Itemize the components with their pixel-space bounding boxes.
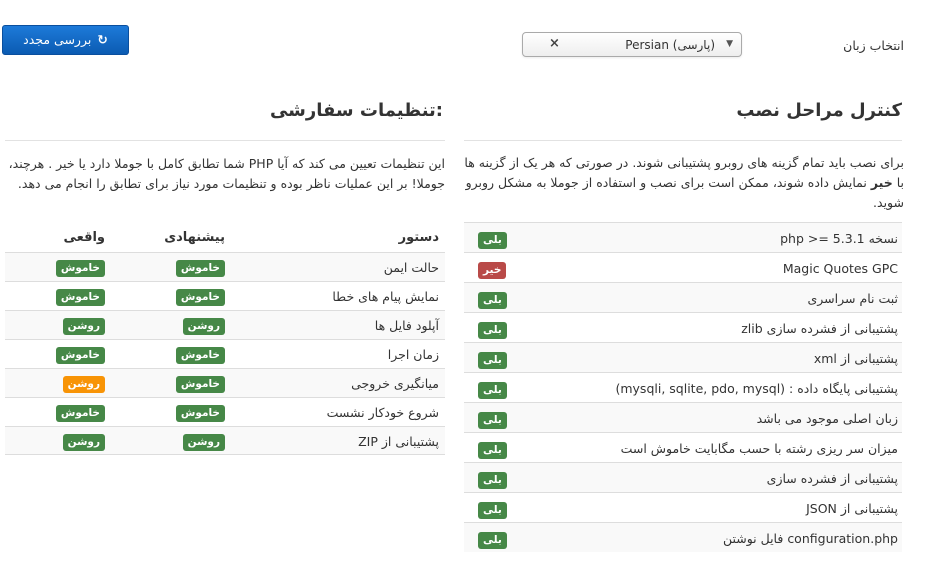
recommended-description: این تنظیمات تعیین می کند که آیا PHP شما … <box>8 156 445 191</box>
check-label: پشتیبانی از JSON <box>806 501 898 516</box>
actual-badge: خاموش <box>55 405 105 422</box>
recheck-label: بررسی مجدد <box>23 32 92 47</box>
actual-badge: خاموش <box>55 260 105 277</box>
status-badge: بلی <box>478 382 507 399</box>
check-label: Magic Quotes GPC <box>782 261 898 276</box>
recommended-title: تنظیمات سفارشی: <box>269 100 443 121</box>
preinstall-table: نسخه php >= 5.3.1 بلی Magic Quotes GPC خیر… <box>464 222 902 552</box>
actual-badge: روشن <box>62 376 105 393</box>
table-row: آپلود فایل ها روشن روشن <box>5 310 445 339</box>
recommended-table: دستور پیشنهادی واقعی حالت ایمن خاموش خام… <box>5 224 445 455</box>
recommended-divider <box>5 140 445 141</box>
chevron-down-icon: ▼ <box>726 39 733 49</box>
status-badge: بلی <box>478 412 507 429</box>
preinstall-description: برای نصب باید تمام گزینه های روبرو پشتیب… <box>464 153 904 213</box>
actual-badge: خاموش <box>55 347 105 364</box>
setting-name: حالت ایمن <box>383 260 439 275</box>
recommended-badge: روشن <box>182 318 225 335</box>
actual-badge: روشن <box>62 318 105 335</box>
setting-name: زمان اجرا <box>387 347 439 362</box>
recommended-badge: خاموش <box>175 260 225 277</box>
table-row: میانگیری خروجی خاموش روشن <box>5 368 445 397</box>
status-badge: بلی <box>478 442 507 459</box>
recheck-button[interactable]: بررسی مجدد ↻ <box>2 25 129 55</box>
header-actual: واقعی <box>63 230 105 245</box>
table-row: نمایش پیام های خطا خاموش خاموش <box>5 281 445 310</box>
recommended-badge: روشن <box>182 434 225 451</box>
table-row: ثبت نام سراسری بلی <box>464 282 902 312</box>
header-directive: دستور <box>398 230 439 245</box>
language-label: انتخاب زبان <box>843 38 904 53</box>
table-row: پشتیبانی از فشرده سازی بلی <box>464 462 902 492</box>
table-row: زمان اجرا خاموش خاموش <box>5 339 445 368</box>
setting-name: آپلود فایل ها <box>374 318 439 333</box>
preinstall-divider <box>464 140 902 141</box>
status-badge: بلی <box>478 472 507 489</box>
table-row: Magic Quotes GPC خیر <box>464 252 902 282</box>
table-row: پشتیبانی پایگاه داده : (mysqli, sqlite, … <box>464 372 902 402</box>
recommended-badge: خاموش <box>175 289 225 306</box>
language-select[interactable]: × Persian (پارسی) ▼ <box>522 32 742 57</box>
check-label: میزان سر ریزی رشته با حسب مگابایت خاموش … <box>620 441 898 456</box>
table-row: زبان اصلی موجود می باشد بلی <box>464 402 902 432</box>
check-label: زبان اصلی موجود می باشد <box>756 411 898 426</box>
preinstall-desc-bold: خیر <box>870 175 893 190</box>
setting-name: پشتیبانی از ZIP <box>358 434 439 449</box>
refresh-icon: ↻ <box>97 32 108 47</box>
header-recommended: پیشنهادی <box>164 230 225 245</box>
table-row: پشتیبانی از فشرده سازی zlib بلی <box>464 312 902 342</box>
check-label: نسخه php >= 5.3.1 <box>780 231 898 246</box>
setting-name: میانگیری خروجی <box>351 376 439 391</box>
table-row: پشتیبانی از JSON بلی <box>464 492 902 522</box>
check-label: پشتیبانی از فشرده سازی <box>766 471 898 486</box>
actual-badge: خاموش <box>55 289 105 306</box>
preinstall-desc-part2: نمایش داده شوند، ممکن است برای نصب و است… <box>465 175 904 210</box>
setting-name: شروع خودکار نشست <box>326 405 439 420</box>
setting-name: نمایش پیام های خطا <box>332 289 439 304</box>
status-badge: بلی <box>478 292 507 309</box>
check-label: پشتیبانی از xml <box>813 351 898 366</box>
preinstall-title: کنترل مراحل نصب <box>736 100 902 121</box>
recommended-badge: خاموش <box>175 376 225 393</box>
recommended-badge: خاموش <box>175 405 225 422</box>
actual-badge: روشن <box>62 434 105 451</box>
status-badge: خیر <box>478 262 507 279</box>
table-row: حالت ایمن خاموش خاموش <box>5 252 445 281</box>
table-row: پشتیبانی از ZIP روشن روشن <box>5 426 445 455</box>
language-select-value: Persian (پارسی) <box>625 38 715 52</box>
table-row: پشتیبانی از xml بلی <box>464 342 902 372</box>
table-row: configuration.php فایل نوشتن بلی <box>464 522 902 552</box>
status-badge: بلی <box>478 322 507 339</box>
table-row: نسخه php >= 5.3.1 بلی <box>464 222 902 252</box>
check-label: configuration.php فایل نوشتن <box>722 531 898 546</box>
status-badge: بلی <box>478 502 507 519</box>
check-label: پشتیبانی از فشرده سازی zlib <box>741 321 898 336</box>
table-row: میزان سر ریزی رشته با حسب مگابایت خاموش … <box>464 432 902 462</box>
table-header: دستور پیشنهادی واقعی <box>5 224 445 252</box>
recommended-badge: خاموش <box>175 347 225 364</box>
status-badge: بلی <box>478 232 507 249</box>
check-label: ثبت نام سراسری <box>807 291 899 306</box>
clear-selection-icon[interactable]: × <box>549 36 560 51</box>
status-badge: بلی <box>478 532 507 549</box>
check-label: پشتیبانی پایگاه داده : (mysqli, sqlite, … <box>615 381 898 396</box>
table-row: شروع خودکار نشست خاموش خاموش <box>5 397 445 426</box>
status-badge: بلی <box>478 352 507 369</box>
